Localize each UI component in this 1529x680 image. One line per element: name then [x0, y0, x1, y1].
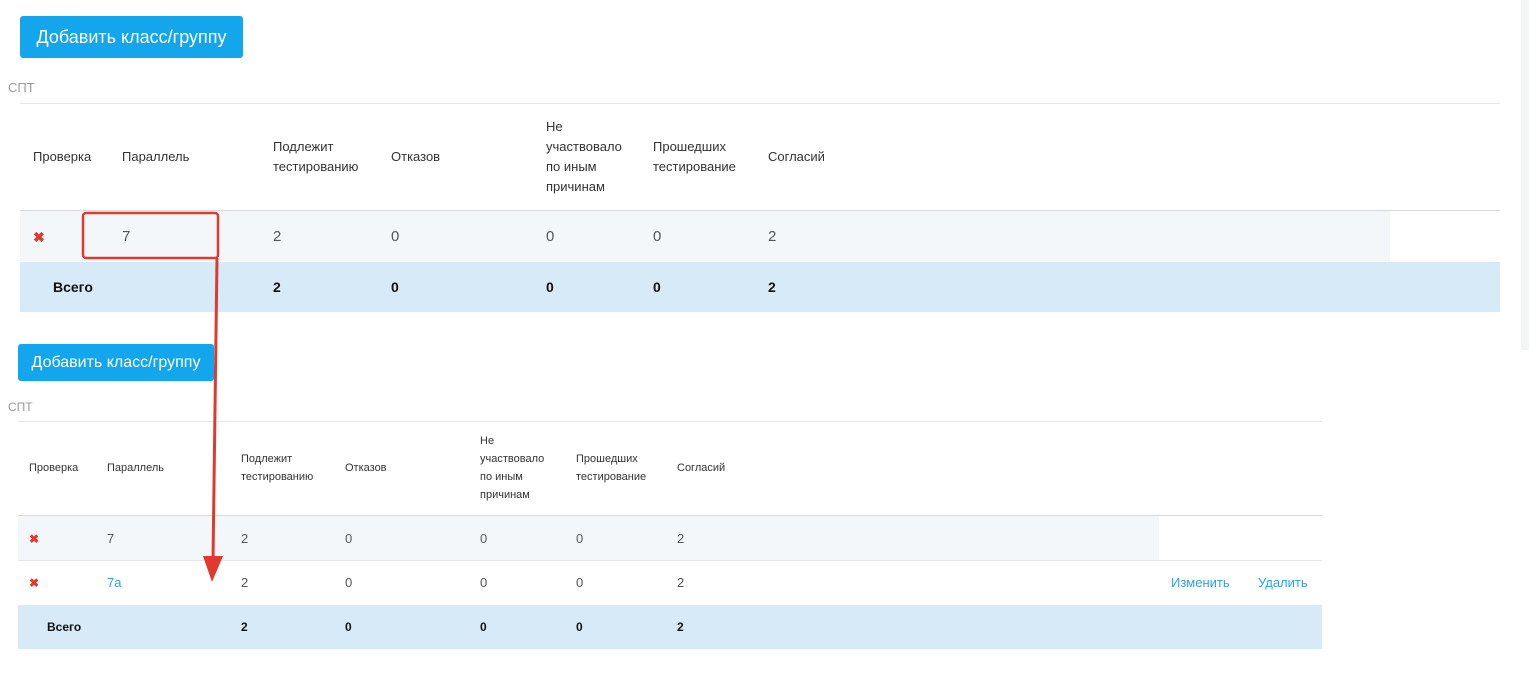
total-other: 0	[480, 620, 487, 634]
total-testing: 2	[241, 620, 248, 634]
cell-other: 0	[480, 575, 488, 590]
delete-icon[interactable]: ✖	[29, 532, 39, 546]
header-consents: Согласий	[768, 149, 825, 164]
total-other: 0	[546, 279, 554, 295]
total-row	[18, 605, 1322, 649]
cell-passed: 0	[653, 228, 662, 245]
header-refusals: Отказов	[391, 149, 441, 164]
divider	[18, 421, 1322, 422]
cell-parallel-link[interactable]: 7а	[107, 575, 121, 590]
total-label: Всего	[47, 620, 82, 634]
total-consents: 2	[677, 620, 684, 634]
table-row	[18, 516, 1159, 560]
delete-link[interactable]: Удалить	[1258, 575, 1308, 590]
delete-icon[interactable]: ✖	[29, 576, 39, 590]
header-consents: Согласий	[677, 462, 726, 474]
total-row	[20, 262, 1500, 312]
section-label-bottom: СПТ	[8, 400, 33, 414]
total-refusals: 0	[391, 279, 399, 295]
add-class-group-button-bottom[interactable]: Добавить класс/группу	[18, 344, 214, 381]
cell-passed: 0	[576, 575, 584, 590]
cell-parallel: 7	[107, 531, 115, 546]
scrollbar-track[interactable]	[1521, 0, 1529, 350]
total-label: Всего	[53, 279, 93, 295]
header-other-reasons: Не участвовало по иным причинам	[546, 119, 622, 194]
header-passed: Прошедших тестирование	[576, 453, 647, 483]
total-refusals: 0	[345, 620, 352, 634]
edit-link[interactable]: Изменить	[1171, 575, 1230, 590]
header-other-reasons: Не участвовало по иным причинам	[480, 435, 545, 501]
header-parallel: Параллель	[107, 462, 164, 474]
cell-refusals: 0	[345, 575, 353, 590]
table-row	[20, 211, 1390, 261]
cell-consents: 2	[677, 575, 685, 590]
header-passed: Прошедших тестирование	[653, 139, 736, 174]
cell-consents: 2	[768, 228, 777, 245]
table-row	[18, 561, 1322, 604]
add-class-group-button-top[interactable]: Добавить класс/группу	[20, 16, 243, 58]
delete-icon[interactable]: ✖	[33, 229, 45, 246]
total-testing: 2	[273, 279, 281, 295]
cell-testing: 2	[241, 531, 249, 546]
cell-testing: 2	[241, 575, 249, 590]
total-consents: 2	[768, 279, 776, 295]
cell-other: 0	[546, 228, 555, 245]
header-check: Проверка	[29, 462, 79, 474]
section-label-top: СПТ	[8, 80, 35, 95]
header-testing: Подлежит тестированию	[241, 453, 314, 483]
cell-refusals: 0	[391, 228, 400, 245]
divider	[20, 103, 1500, 104]
total-passed: 0	[576, 620, 583, 634]
cell-parallel: 7	[122, 228, 131, 245]
cell-refusals: 0	[345, 531, 353, 546]
header-check: Проверка	[33, 149, 92, 164]
total-passed: 0	[653, 279, 661, 295]
header-parallel: Параллель	[122, 149, 190, 164]
cell-testing: 2	[273, 228, 282, 245]
cell-consents: 2	[677, 531, 685, 546]
header-testing: Подлежит тестированию	[273, 139, 359, 174]
header-refusals: Отказов	[345, 462, 387, 474]
cell-passed: 0	[576, 531, 584, 546]
cell-other: 0	[480, 531, 488, 546]
